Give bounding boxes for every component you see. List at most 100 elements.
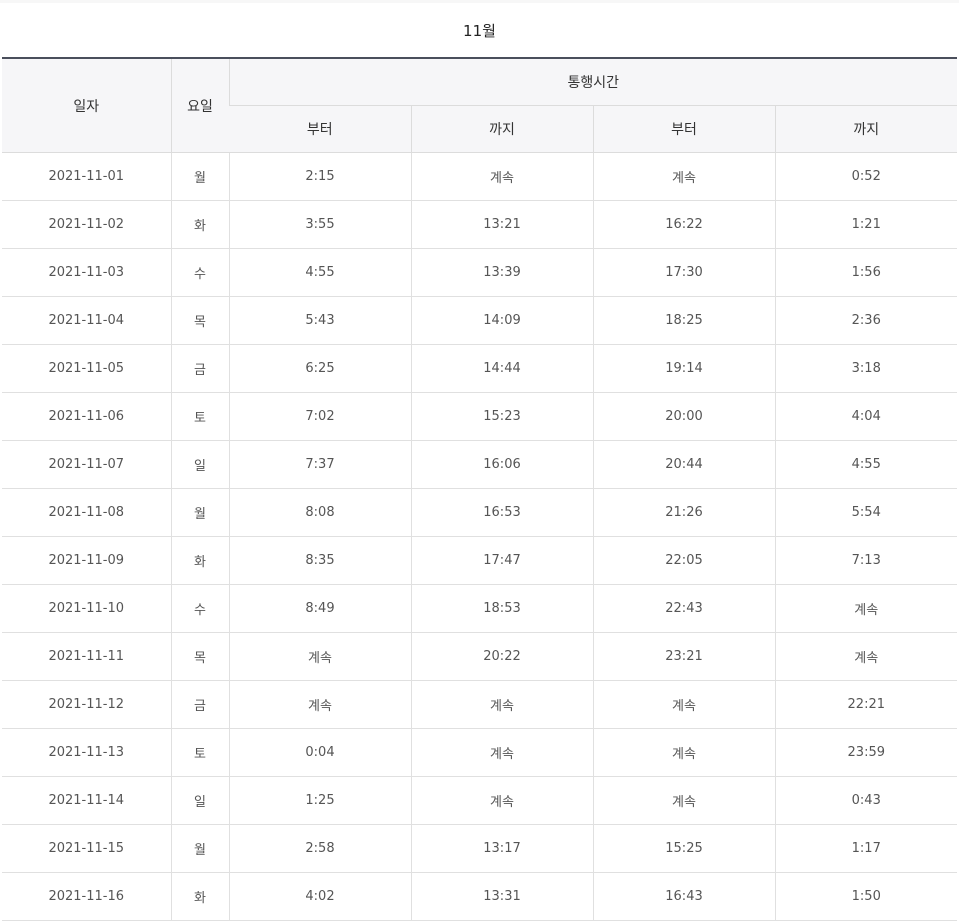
cell-day: 일	[170, 776, 229, 825]
cell-day: 월	[170, 152, 229, 201]
cell-from-2: 16:43	[592, 872, 775, 921]
cell-from-2: 계속	[592, 152, 775, 201]
cell-day: 월	[170, 488, 229, 537]
cell-day: 화	[170, 872, 229, 921]
cell-to-2: 2:36	[774, 296, 958, 345]
cell-to-1: 계속	[410, 728, 593, 777]
table-row: 2021-11-08 월 8:08 16:53 21:26 5:54	[2, 488, 958, 537]
table-body: 2021-11-01 월 2:15 계속 계속 0:52 2021-11-02 화 3:55 13…	[2, 152, 958, 921]
cell-date: 2021-11-02	[2, 200, 171, 249]
cell-to-2: 3:18	[774, 344, 958, 393]
table-header: 일자 요일 통행시간 부터 까지 부터 까지	[2, 57, 958, 153]
cell-date: 2021-11-15	[2, 824, 171, 873]
cell-from-2: 22:43	[592, 584, 775, 633]
header-passage-time: 통행시간	[228, 57, 958, 106]
cell-day: 목	[170, 632, 229, 681]
table-row: 2021-11-05 금 6:25 14:44 19:14 3:18	[2, 344, 958, 393]
cell-date: 2021-11-06	[2, 392, 171, 441]
cell-date: 2021-11-11	[2, 632, 171, 681]
cell-day: 금	[170, 344, 229, 393]
cell-from-1: 3:55	[228, 200, 411, 249]
cell-from-1: 2:15	[228, 152, 411, 201]
cell-to-2: 5:54	[774, 488, 958, 537]
cell-from-2: 21:26	[592, 488, 775, 537]
cell-to-1: 13:31	[410, 872, 593, 921]
cell-from-1: 7:02	[228, 392, 411, 441]
cell-from-2: 22:05	[592, 536, 775, 585]
cell-date: 2021-11-04	[2, 296, 171, 345]
table-row: 2021-11-14 일 1:25 계속 계속 0:43	[2, 776, 958, 825]
cell-to-1: 17:47	[410, 536, 593, 585]
cell-from-1: 1:25	[228, 776, 411, 825]
cell-from-1: 2:58	[228, 824, 411, 873]
cell-from-2: 18:25	[592, 296, 775, 345]
cell-from-1: 0:04	[228, 728, 411, 777]
table-row: 2021-11-12 금 계속 계속 계속 22:21	[2, 680, 958, 729]
cell-from-2: 계속	[592, 728, 775, 777]
cell-date: 2021-11-12	[2, 680, 171, 729]
cell-to-1: 16:06	[410, 440, 593, 489]
table-row: 2021-11-04 목 5:43 14:09 18:25 2:36	[2, 296, 958, 345]
cell-to-2: 계속	[774, 632, 958, 681]
header-from-2: 부터	[592, 105, 775, 153]
cell-to-2: 1:50	[774, 872, 958, 921]
cell-day: 수	[170, 248, 229, 297]
cell-date: 2021-11-14	[2, 776, 171, 825]
cell-day: 월	[170, 824, 229, 873]
cell-day: 화	[170, 536, 229, 585]
cell-to-2: 7:13	[774, 536, 958, 585]
cell-to-1: 계속	[410, 776, 593, 825]
cell-from-1: 6:25	[228, 344, 411, 393]
cell-to-1: 계속	[410, 680, 593, 729]
cell-to-2: 1:56	[774, 248, 958, 297]
cell-to-1: 14:09	[410, 296, 593, 345]
cell-day: 금	[170, 680, 229, 729]
cell-from-1: 7:37	[228, 440, 411, 489]
cell-to-1: 16:53	[410, 488, 593, 537]
table-row: 2021-11-02 화 3:55 13:21 16:22 1:21	[2, 200, 958, 249]
cell-to-2: 22:21	[774, 680, 958, 729]
cell-to-1: 15:23	[410, 392, 593, 441]
header-to-1: 까지	[410, 105, 593, 153]
cell-from-2: 계속	[592, 776, 775, 825]
cell-to-2: 1:21	[774, 200, 958, 249]
cell-from-1: 8:35	[228, 536, 411, 585]
cell-to-2: 계속	[774, 584, 958, 633]
cell-to-1: 20:22	[410, 632, 593, 681]
cell-to-1: 13:21	[410, 200, 593, 249]
cell-from-1: 8:08	[228, 488, 411, 537]
month-title: 11월	[463, 21, 496, 40]
cell-day: 토	[170, 728, 229, 777]
header-day: 요일	[170, 57, 229, 153]
cell-from-1: 5:43	[228, 296, 411, 345]
table-row: 2021-11-03 수 4:55 13:39 17:30 1:56	[2, 248, 958, 297]
cell-day: 토	[170, 392, 229, 441]
cell-from-2: 15:25	[592, 824, 775, 873]
cell-to-1: 18:53	[410, 584, 593, 633]
table-row: 2021-11-11 목 계속 20:22 23:21 계속	[2, 632, 958, 681]
cell-from-1: 4:02	[228, 872, 411, 921]
table-row: 2021-11-01 월 2:15 계속 계속 0:52	[2, 152, 958, 201]
table-row: 2021-11-07 일 7:37 16:06 20:44 4:55	[2, 440, 958, 489]
passage-time-table: 일자 요일 통행시간 부터 까지 부터 까지 2021-11-01 월 2:15 계속…	[2, 57, 958, 921]
cell-day: 일	[170, 440, 229, 489]
header-from-1: 부터	[229, 105, 411, 153]
cell-to-2: 1:17	[774, 824, 958, 873]
table-row: 2021-11-13 토 0:04 계속 계속 23:59	[2, 728, 958, 777]
cell-to-1: 14:44	[410, 344, 593, 393]
cell-to-1: 13:39	[410, 248, 593, 297]
cell-date: 2021-11-13	[2, 728, 171, 777]
cell-date: 2021-11-16	[2, 872, 171, 921]
cell-day: 목	[170, 296, 229, 345]
cell-date: 2021-11-09	[2, 536, 171, 585]
cell-to-2: 0:43	[774, 776, 958, 825]
cell-date: 2021-11-07	[2, 440, 171, 489]
table-row: 2021-11-16 화 4:02 13:31 16:43 1:50	[2, 872, 958, 921]
cell-day: 수	[170, 584, 229, 633]
cell-to-2: 4:55	[774, 440, 958, 489]
cell-date: 2021-11-10	[2, 584, 171, 633]
cell-from-2: 23:21	[592, 632, 775, 681]
cell-from-2: 20:44	[592, 440, 775, 489]
table-row: 2021-11-06 토 7:02 15:23 20:00 4:04	[2, 392, 958, 441]
cell-date: 2021-11-01	[2, 152, 171, 201]
